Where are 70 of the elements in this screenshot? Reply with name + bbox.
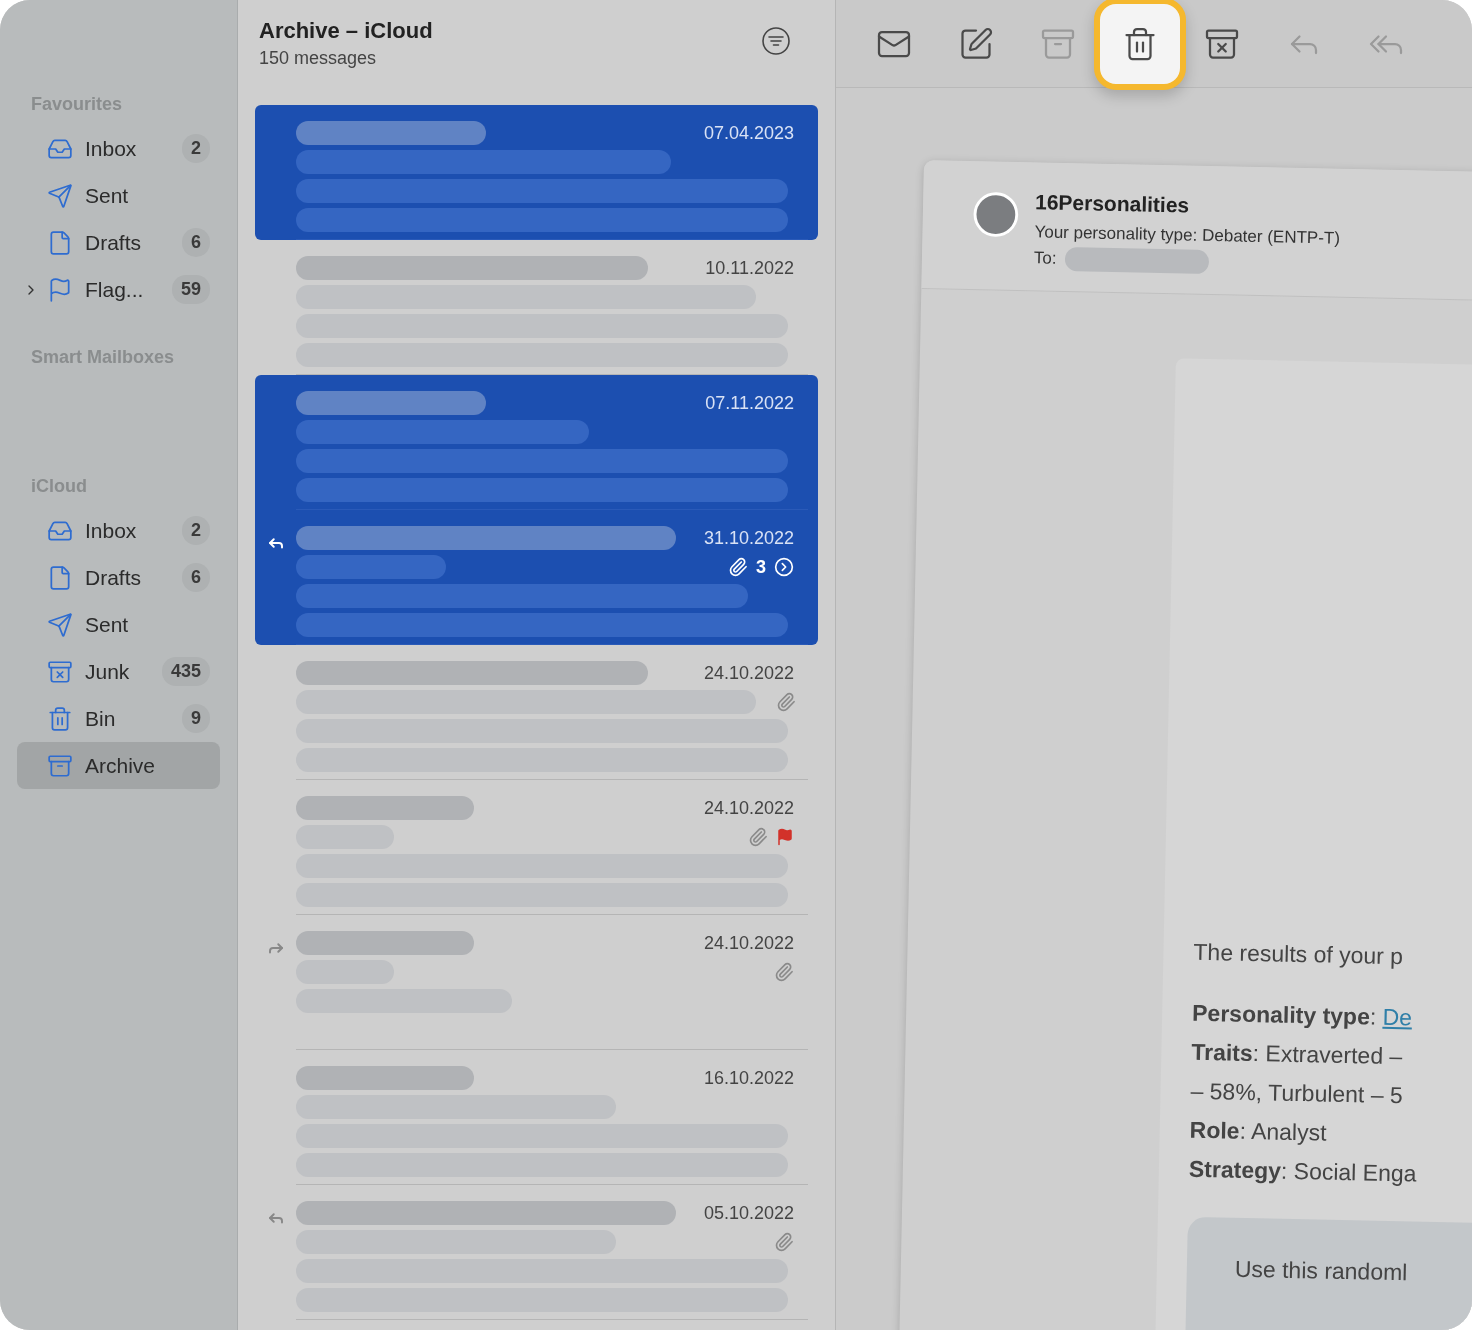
message-date: 24.10.2022 [703, 662, 794, 684]
thread-count: 3 [756, 556, 766, 578]
message-row[interactable]: 24.10.2022 [255, 645, 818, 780]
junk-box-icon [47, 658, 73, 685]
message-row[interactable]: 24.10.2022 [255, 915, 818, 1050]
unread-count: 59 [171, 275, 210, 304]
message-date: 24.10.2022 [703, 797, 794, 819]
message-date: 07.11.2022 [705, 392, 794, 414]
message-date: 05.10.2022 [703, 1202, 794, 1224]
sidebar-item[interactable]: Drafts 6 [17, 219, 220, 266]
paper-plane-icon [47, 182, 73, 209]
message-date: 31.10.2022 [703, 527, 794, 549]
mailbox-label: Junk [85, 659, 131, 684]
body-text: Role: Analyst [1189, 1116, 1328, 1148]
paper-plane-icon [47, 611, 73, 638]
message-date: 10.11.2022 [705, 257, 794, 279]
mailbox-label: Drafts [85, 230, 142, 255]
sidebar-item[interactable]: Junk 435 [17, 648, 220, 695]
message-count: 150 messages [259, 48, 378, 69]
message-row[interactable]: 05.10.2022 [255, 1185, 818, 1320]
message-row[interactable]: 07.11.2022 [255, 375, 818, 510]
sender-name: 16Personalities [1034, 190, 1191, 219]
document-icon [47, 229, 73, 256]
unread-count: 9 [182, 704, 210, 733]
delete-button[interactable] [1094, 0, 1186, 90]
body-text: Traits: Extraverted – [1191, 1038, 1404, 1072]
message-date: 07.04.2023 [703, 122, 794, 144]
body-text: – 58%, Turbulent – 5 [1190, 1077, 1405, 1111]
sidebar-item[interactable]: Sent [17, 601, 220, 648]
unread-count: 435 [161, 657, 210, 686]
mailbox-label: Flag... [85, 277, 145, 302]
body-text: Personality type: De [1191, 999, 1414, 1033]
mailbox-label: Bin [85, 706, 117, 731]
sidebar-item[interactable]: Sent [17, 172, 220, 219]
callout-text: Use this randoml [1185, 1216, 1472, 1330]
message-row[interactable]: 24.10.2022 [255, 780, 818, 915]
mailbox-label: Inbox [85, 136, 138, 161]
trash-icon [47, 705, 73, 732]
message-date: 24.10.2022 [703, 932, 794, 954]
message-row[interactable]: 16.10.2022 [255, 1050, 818, 1185]
body-text: Strategy: Social Enga [1188, 1155, 1418, 1189]
mailbox-label: Sent [85, 183, 130, 208]
sidebar-item[interactable]: Archive [17, 742, 220, 789]
mailbox-label: Archive [85, 753, 157, 778]
mailbox-label: Inbox [85, 518, 138, 543]
unread-count: 6 [182, 563, 210, 592]
archive-box-icon [47, 752, 73, 779]
document-icon [47, 564, 73, 591]
message-row[interactable]: 10.11.2022 [255, 240, 818, 375]
body-text: The results of your p [1193, 938, 1405, 972]
unread-count: 6 [182, 228, 210, 257]
sidebar-item[interactable]: Drafts 6 [17, 554, 220, 601]
message-row[interactable]: 31.10.2022 3 [255, 510, 818, 645]
compose-icon [958, 25, 994, 62]
filter-icon[interactable] [761, 26, 791, 56]
message-subject: Your personality type: Debater (ENTP-T) [1034, 222, 1341, 249]
sidebar-item[interactable]: Inbox 2 [17, 125, 220, 172]
mailbox-label: Sent [85, 612, 130, 637]
chevron-circle-icon[interactable] [774, 557, 794, 577]
mailbox-title: Archive – iCloud [259, 18, 433, 44]
recipient-label: To: [1033, 248, 1057, 269]
unread-count: 2 [182, 134, 210, 163]
message-date: 16.10.2022 [703, 1067, 794, 1089]
message-row[interactable]: 07.04.2023 [255, 105, 818, 240]
mailbox-label: Drafts [85, 565, 142, 590]
unread-count: 2 [182, 516, 210, 545]
sidebar-item[interactable]: Bin 9 [17, 695, 220, 742]
sidebar-item[interactable]: Inbox 2 [17, 507, 220, 554]
flag-icon [47, 276, 73, 303]
sidebar-item[interactable]: Flag... 59 [17, 266, 220, 313]
